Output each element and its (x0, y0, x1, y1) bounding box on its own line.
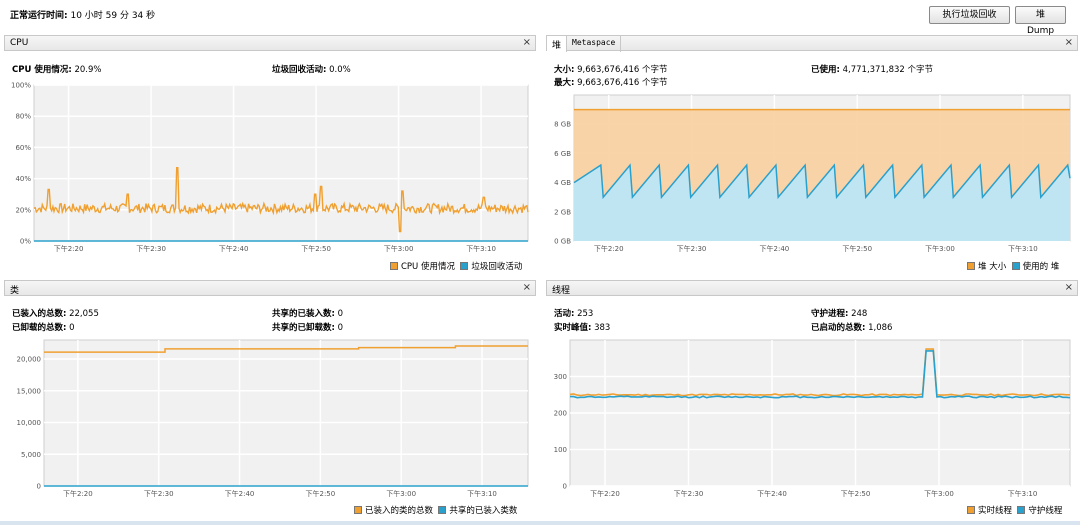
x-tick-label: 下午3:10 (1008, 244, 1038, 253)
y-tick-label: 100 (554, 446, 567, 454)
y-tick-label: 4 GB (554, 179, 571, 187)
legend-label-cpu: CPU 使用情况 (401, 262, 455, 272)
y-tick-label: 300 (554, 373, 567, 381)
y-tick-label: 0 (37, 483, 41, 491)
cpu-panel: CPU × CPU 使用情况: 20.9% 垃圾回收活动: 0.0% 下午2:2… (4, 35, 536, 277)
y-tick-label: 15,000 (17, 387, 42, 395)
x-tick-label: 下午2:40 (757, 489, 787, 498)
y-tick-label: 80% (15, 113, 31, 121)
y-tick-label: 10,000 (17, 419, 42, 427)
y-tick-label: 60% (15, 144, 31, 152)
y-tick-label: 200 (554, 410, 567, 418)
x-tick-label: 下午3:00 (386, 489, 416, 498)
x-tick-label: 下午2:20 (54, 244, 84, 253)
classes-chart: 下午2:20 下午2:30 下午2:40 下午2:50 下午3:00 下午3:10 0 5,0… (17, 339, 529, 498)
y-tick-label: 0% (20, 238, 31, 246)
threads-panel: 线程 × 活动: 253 实时峰值: 383 守护进程: 248 已启动的总数:… (546, 280, 1078, 522)
x-tick-label: 下午3:00 (384, 244, 414, 253)
uptime-value: 10 小时 59 分 34 秒 (70, 11, 156, 21)
x-tick-label: 下午3:10 (467, 489, 497, 498)
x-tick-label: 下午3:10 (466, 244, 496, 253)
y-tick-label: 40% (15, 175, 31, 183)
x-tick-label: 下午2:40 (219, 244, 249, 253)
y-tick-label: 6 GB (554, 150, 571, 158)
x-tick-label: 下午3:10 (1008, 489, 1038, 498)
y-tick-label: 8 GB (554, 121, 571, 129)
x-tick-label: 下午2:20 (63, 489, 93, 498)
x-tick-label: 下午2:20 (590, 489, 620, 498)
classes-panel: 类 × 已装入的总数: 22,055 已卸载的总数: 0 共享的已装入数: 0 … (4, 280, 536, 522)
uptime-label: 正常运行时间: (10, 11, 68, 21)
x-tick-label: 下午2:50 (301, 244, 331, 253)
perform-gc-button[interactable]: 执行垃圾回收 (929, 6, 1010, 24)
classes-legend: 已装入的类的总数 共享的已装入类数 (354, 504, 517, 516)
uptime: 正常运行时间: 10 小时 59 分 34 秒 (10, 8, 155, 21)
legend-swatch-daemon (1017, 506, 1026, 514)
legend-swatch-live (967, 506, 975, 514)
y-tick-label: 100% (11, 82, 31, 90)
legend-swatch-heap-used (1011, 262, 1020, 270)
y-tick-label: 20% (15, 206, 31, 214)
x-tick-label: 下午2:30 (674, 489, 704, 498)
heap-dump-button[interactable]: 堆 Dump (1015, 6, 1066, 36)
top-bar: 正常运行时间: 10 小时 59 分 34 秒 执行垃圾回收 堆 Dump (0, 0, 1080, 36)
cpu-chart: 下午2:20 下午2:30 下午2:40 下午2:50 下午3:00 下午3:10 0% 20… (11, 82, 529, 253)
y-tick-label: 5,000 (21, 451, 41, 459)
plot-area (33, 84, 529, 242)
cpu-legend: CPU 使用情况 垃圾回收活动 (390, 260, 522, 272)
legend-label-heap-used: 使用的 堆 (1022, 262, 1060, 272)
legend-swatch-loaded (354, 506, 362, 514)
x-tick-label: 下午2:40 (225, 489, 255, 498)
legend-swatch-gc (460, 262, 469, 270)
threads-legend: 实时线程 守护线程 (967, 504, 1062, 516)
y-tick-label: 0 GB (554, 238, 571, 246)
heap-panel: 堆 Metaspace × 大小: 9,663,676,416 个字节 已使用:… (546, 35, 1078, 277)
heap-chart: 下午2:20 下午2:30 下午2:40 下午2:50 下午3:00 下午3:10 0 GB… (554, 94, 1071, 253)
x-tick-label: 下午2:20 (594, 244, 624, 253)
y-tick-label: 0 (563, 483, 567, 491)
x-tick-label: 下午2:50 (305, 489, 335, 498)
x-tick-label: 下午2:40 (760, 244, 790, 253)
x-tick-label: 下午2:50 (842, 244, 872, 253)
heap-legend: 堆 大小 使用的 堆 (967, 260, 1059, 272)
threads-chart: 下午2:20 下午2:30 下午2:40 下午2:50 下午3:00 下午3:10 300 2… (554, 339, 1071, 498)
x-tick-label: 下午2:30 (144, 489, 174, 498)
x-tick-label: 下午3:00 (925, 244, 955, 253)
legend-label-gc: 垃圾回收活动 (471, 262, 523, 272)
legend-label-daemon: 守护线程 (1028, 506, 1063, 516)
y-tick-label: 2 GB (554, 208, 571, 216)
plot-area (43, 339, 529, 487)
x-tick-label: 下午2:30 (677, 244, 707, 253)
x-tick-label: 下午3:00 (924, 489, 954, 498)
legend-label-shared-loaded: 共享的已装入类数 (449, 506, 518, 516)
x-tick-label: 下午2:30 (136, 244, 166, 253)
legend-swatch-shared-loaded (438, 506, 447, 514)
status-strip (0, 521, 1080, 525)
legend-swatch-heap-size (967, 262, 975, 270)
legend-label-loaded: 已装入的类的总数 (365, 506, 434, 516)
y-tick-label: 20,000 (17, 356, 42, 364)
x-tick-label: 下午2:50 (841, 489, 871, 498)
legend-label-live: 实时线程 (978, 506, 1013, 516)
legend-label-heap-size: 堆 大小 (978, 262, 1007, 272)
legend-swatch-cpu (390, 262, 398, 270)
